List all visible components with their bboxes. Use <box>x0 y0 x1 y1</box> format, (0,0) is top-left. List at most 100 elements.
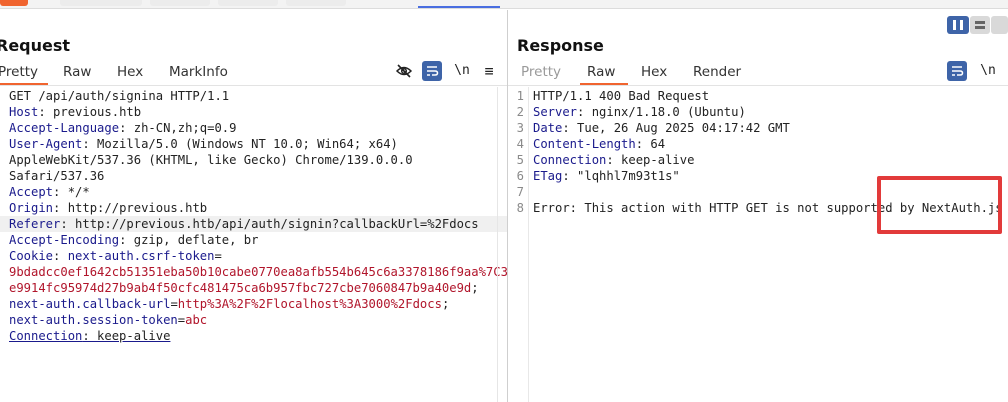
tab-raw[interactable]: Raw <box>63 64 91 80</box>
code-line[interactable]: 9bdadcc0ef1642cb51351eba50b10cabe0770ea8… <box>0 264 507 280</box>
eye-off-icon[interactable] <box>394 61 414 81</box>
line-text: Safari/537.36 <box>9 168 104 184</box>
line-text: User-Agent: Mozilla/5.0 (Windows NT 10.0… <box>9 136 398 152</box>
header-name: Origin <box>9 201 54 215</box>
header-value: e9914fc95974d27b9ab4f50cfc481475ca6b957f… <box>9 281 472 295</box>
line-text: HTTP/1.1 400 Bad Request <box>533 88 709 104</box>
request-editor[interactable]: GET /api/auth/signina HTTP/1.1 Host: prev… <box>0 87 507 402</box>
tab-raw[interactable]: Raw <box>587 64 615 80</box>
menu-icon[interactable]: ≡ <box>479 61 499 81</box>
header-value: ; <box>441 297 450 311</box>
window-tab[interactable] <box>150 0 210 6</box>
header-value: : 64 <box>635 137 666 151</box>
newline-icon[interactable]: \n <box>452 61 472 81</box>
header-value: : Tue, 26 Aug 2025 04:17:42 GMT <box>562 121 790 135</box>
line-text: e9914fc95974d27b9ab4f50cfc481475ca6b957f… <box>9 280 479 296</box>
window-tab-strip <box>0 0 1008 9</box>
header-value: = <box>214 249 222 263</box>
header-name: Server <box>533 105 578 119</box>
code-line[interactable]: 4 Content-Length: 64 <box>508 136 1008 152</box>
header-name: Cookie <box>9 249 54 263</box>
line-text: Origin: http://previous.htb <box>9 200 207 216</box>
header-value: : */* <box>53 185 90 199</box>
header-value: GET /api/auth/signina HTTP/1.1 <box>9 89 230 103</box>
line-text: Server: nginx/1.18.0 (Ubuntu) <box>533 104 746 120</box>
request-scrollbar[interactable] <box>497 87 498 402</box>
header-name: Accept-Language <box>9 121 120 135</box>
window-tab[interactable] <box>60 0 142 6</box>
line-text: Host: previous.htb <box>9 104 141 120</box>
code-line[interactable]: 5 Connection: keep-alive <box>508 152 1008 168</box>
line-text: Accept-Encoding: gzip, deflate, br <box>9 232 258 248</box>
tab-hex[interactable]: Hex <box>641 64 667 80</box>
request-panel: Request Pretty Raw Hex MarkInfo \n ≡ GET… <box>0 10 507 402</box>
code-line[interactable]: Host: previous.htb <box>0 104 507 120</box>
header-value: HTTP/1.1 400 Bad Request <box>533 89 710 103</box>
header-value: : Mozilla/5.0 (Windows NT 10.0; Win64; x… <box>82 137 398 151</box>
header-name: Accept-Encoding <box>9 233 120 247</box>
newline-icon[interactable]: \n <box>978 61 998 81</box>
code-line[interactable]: next-auth.callback-url=http%3A%2F%2Floca… <box>0 296 507 312</box>
header-value: abc <box>185 313 208 327</box>
header-name: Connection <box>9 329 83 343</box>
window-tab[interactable] <box>218 0 278 6</box>
line-text: next-auth.callback-url=http%3A%2F%2Floca… <box>9 296 449 312</box>
code-line[interactable]: Accept: */* <box>0 184 507 200</box>
header-value: = <box>177 313 186 327</box>
line-text: Content-Length: 64 <box>533 136 665 152</box>
line-text: Accept: */* <box>9 184 90 200</box>
header-value: : <box>53 249 68 263</box>
tab-pretty[interactable]: Pretty <box>0 64 38 80</box>
code-line[interactable]: 3 Date: Tue, 26 Aug 2025 04:17:42 GMT <box>508 120 1008 136</box>
header-value: : gzip, deflate, br <box>119 233 259 247</box>
code-line[interactable]: Referer: http://previous.htb/api/auth/si… <box>0 216 507 232</box>
code-line[interactable]: User-Agent: Mozilla/5.0 (Windows NT 10.0… <box>0 136 507 152</box>
header-name: next-auth.session-token <box>9 313 178 327</box>
header-value: : nginx/1.18.0 (Ubuntu) <box>577 105 746 119</box>
header-value: : "lqhhl7m93t1s" <box>562 169 680 183</box>
header-name: Connection <box>533 153 607 167</box>
line-number: 6 <box>516 169 524 183</box>
line-text: Connection: keep-alive <box>9 328 170 344</box>
header-value: : http://previous.htb <box>53 201 208 215</box>
header-name: Date <box>533 121 563 135</box>
line-text: next-auth.session-token=abc <box>9 312 207 328</box>
line-text: 9bdadcc0ef1642cb51351eba50b10cabe0770ea8… <box>9 264 507 280</box>
window-tab[interactable] <box>286 0 346 6</box>
wrap-icon[interactable] <box>422 61 442 81</box>
wrap-icon[interactable] <box>947 61 967 81</box>
code-line[interactable]: Connection: keep-alive <box>0 328 507 344</box>
header-name: next-auth.csrf-token <box>67 249 215 263</box>
line-text: Connection: keep-alive <box>533 152 694 168</box>
active-window-tab[interactable] <box>0 0 28 6</box>
code-line[interactable]: 2 Server: nginx/1.18.0 (Ubuntu) <box>508 104 1008 120</box>
header-value: AppleWebKit/537.36 (KHTML, like Gecko) C… <box>9 153 413 167</box>
line-text: Date: Tue, 26 Aug 2025 04:17:42 GMT <box>533 120 790 136</box>
tab-hex[interactable]: Hex <box>117 64 143 80</box>
line-number: 8 <box>516 201 524 215</box>
code-line[interactable]: 1 HTTP/1.1 400 Bad Request <box>508 88 1008 104</box>
header-value: : zh-CN,zh;q=0.9 <box>119 121 237 135</box>
code-line[interactable]: Cookie: next-auth.csrf-token= <box>0 248 507 264</box>
response-editor[interactable]: 1 HTTP/1.1 400 Bad Request 2 Server: nginx/… <box>508 87 1008 402</box>
tab-render[interactable]: Render <box>693 64 741 80</box>
header-name: Referer <box>9 217 61 231</box>
code-line[interactable]: next-auth.session-token=abc <box>0 312 507 328</box>
code-line[interactable]: GET /api/auth/signina HTTP/1.1 <box>0 88 507 104</box>
code-line[interactable]: Accept-Encoding: gzip, deflate, br <box>0 232 507 248</box>
code-line[interactable]: e9914fc95974d27b9ab4f50cfc481475ca6b957f… <box>0 280 507 296</box>
code-line[interactable]: Accept-Language: zh-CN,zh;q=0.9 <box>0 120 507 136</box>
tab-pretty[interactable]: Pretty <box>521 64 561 80</box>
line-number: 7 <box>516 185 524 199</box>
line-number: 3 <box>516 121 524 135</box>
line-number: 1 <box>516 89 524 103</box>
code-line[interactable]: Safari/537.36 <box>0 168 507 184</box>
header-value: : http://previous.htb/api/auth/signin?ca… <box>60 217 479 231</box>
line-text: Referer: http://previous.htb/api/auth/si… <box>9 216 479 232</box>
header-name: next-auth.callback-url <box>9 297 171 311</box>
code-line[interactable]: Origin: http://previous.htb <box>0 200 507 216</box>
line-number: 2 <box>516 105 524 119</box>
header-value: : keep-alive <box>82 329 171 343</box>
code-line[interactable]: AppleWebKit/537.36 (KHTML, like Gecko) C… <box>0 152 507 168</box>
tab-markinfo[interactable]: MarkInfo <box>169 64 228 80</box>
